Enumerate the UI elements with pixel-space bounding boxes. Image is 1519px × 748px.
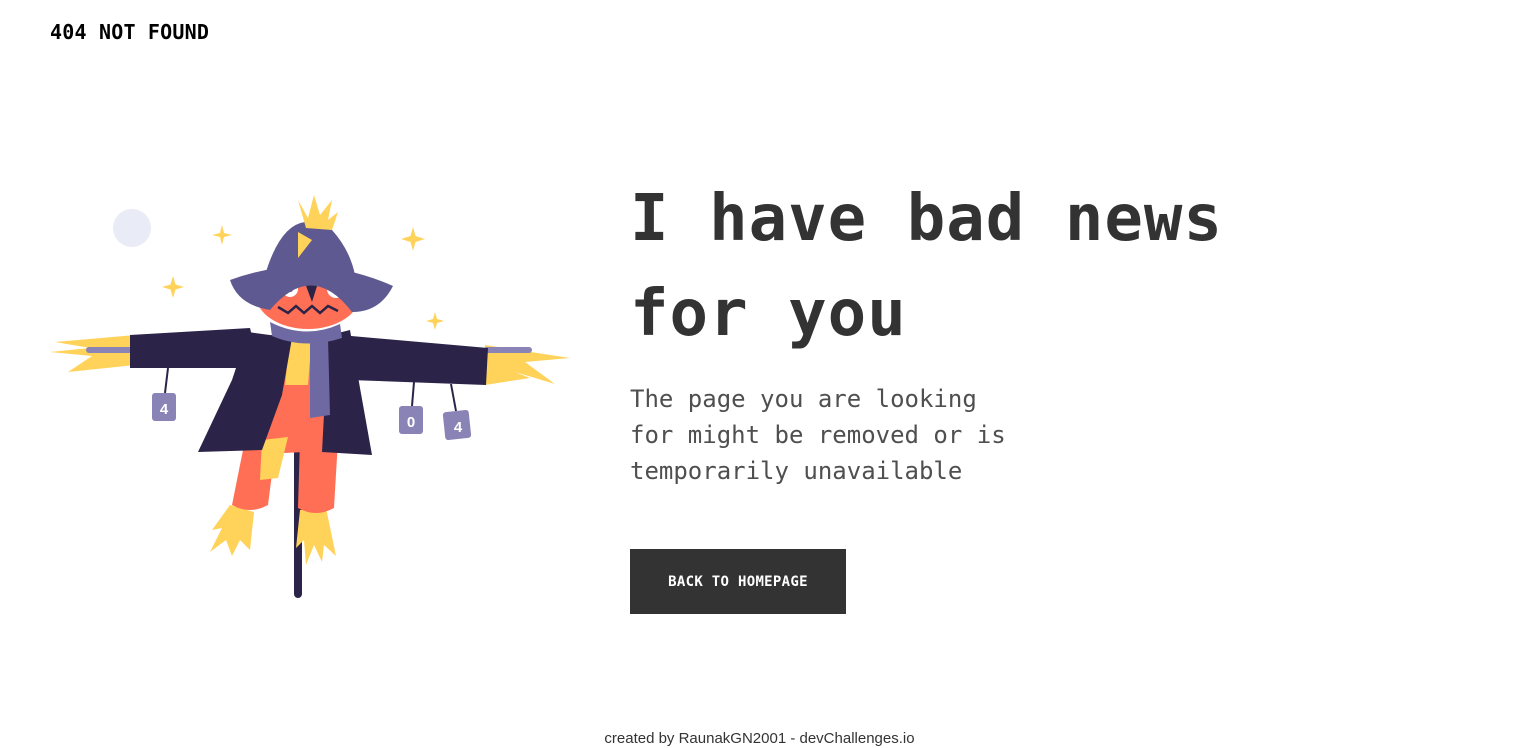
can-label-3: 4 <box>454 419 463 436</box>
description-line-2: for might be removed or is <box>630 421 1006 449</box>
can-label-2: 0 <box>407 414 415 431</box>
moon-icon <box>113 209 151 247</box>
footer-credit: created by RaunakGN2001 - devChallenges.… <box>604 730 915 747</box>
headline-line-2: for you <box>630 277 907 351</box>
page-description: The page you are looking for might be re… <box>630 381 1030 489</box>
can-label-1: 4 <box>160 401 169 418</box>
brand-title: 404 NOT FOUND <box>50 20 210 44</box>
headline-line-1: I have bad news <box>630 182 1223 256</box>
description-line-3: temporarily unavailable <box>630 457 963 485</box>
scarecrow-illustration: 4 0 4 <box>50 195 570 598</box>
description-line-1: The page you are looking <box>630 385 977 413</box>
page-headline: I have bad news for you <box>630 172 1370 362</box>
back-to-homepage-button[interactable]: BACK TO HOMEPAGE <box>630 549 846 614</box>
